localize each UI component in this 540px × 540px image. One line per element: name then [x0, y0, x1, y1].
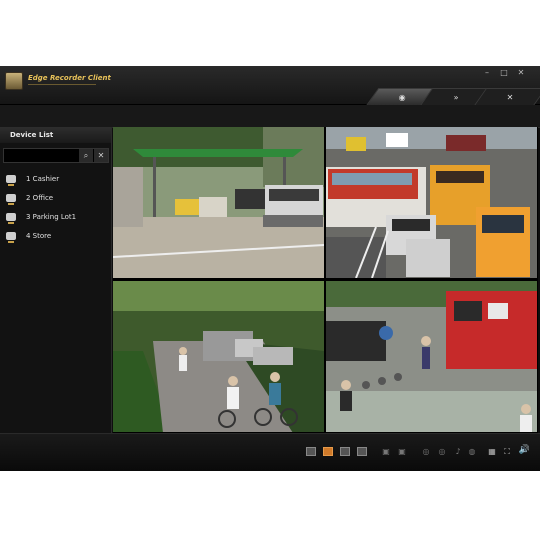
- ptz-icon[interactable]: ◎: [420, 446, 432, 457]
- layout-2x2-button[interactable]: [323, 447, 333, 456]
- audio-icon[interactable]: ◎: [436, 446, 448, 457]
- device-item-office[interactable]: 2 Office: [6, 188, 76, 207]
- playback-icon: »: [453, 92, 459, 102]
- sidewalk-plaza-feed[interactable]: [326, 281, 537, 432]
- device-item-store[interactable]: 4 Store: [6, 226, 76, 245]
- video-grid: [113, 127, 538, 433]
- clear-icon[interactable]: ✕: [94, 149, 108, 162]
- traffic-street-feed[interactable]: [326, 127, 537, 278]
- mode-tabs: ◉ » ✕: [365, 88, 540, 106]
- bike-path-feed[interactable]: [113, 281, 324, 432]
- talk-icon[interactable]: ◍: [466, 446, 478, 457]
- snapshot-icon[interactable]: ▣: [396, 446, 408, 457]
- maximize-button[interactable]: □: [497, 68, 511, 78]
- grid-view-icon[interactable]: ▦: [486, 446, 498, 457]
- camera-icon: [6, 174, 16, 186]
- search-icon[interactable]: ⌕: [79, 149, 93, 162]
- device-sidebar: Device List ⌕ ✕ 1 Cashier 2 Office 3 Par…: [0, 127, 112, 433]
- device-item-cashier[interactable]: 1 Cashier: [6, 169, 76, 188]
- tools-icon: ✕: [506, 92, 514, 102]
- fullscreen-icon[interactable]: ⛶: [501, 446, 513, 457]
- mic-icon[interactable]: ♪: [452, 446, 464, 457]
- layout-3x3-button[interactable]: [340, 447, 350, 456]
- device-list: 1 Cashier 2 Office 3 Parking Lot1 4 Stor…: [6, 169, 76, 245]
- camera-icon: [6, 212, 16, 224]
- bottom-toolbar: ▣ ▣ ◎ ◎ ♪ ◍ ▦ ⛶ 🔊: [0, 433, 540, 471]
- device-label: 1 Cashier: [26, 174, 60, 183]
- app-logo-icon: [5, 72, 23, 90]
- layout-1x1-button[interactable]: [306, 447, 316, 456]
- speaker-icon[interactable]: 🔊: [519, 445, 530, 455]
- toolbar-strip: [0, 105, 540, 128]
- device-item-parking-lot1[interactable]: 3 Parking Lot1: [6, 207, 76, 226]
- device-label: 3 Parking Lot1: [26, 212, 77, 221]
- device-search-input[interactable]: ⌕ ✕: [3, 148, 109, 163]
- device-list-title: Device List: [0, 127, 111, 143]
- title-bar: Edge Recorder Client – □ ✕ ◉ » ✕: [0, 66, 540, 106]
- parking-gate-feed[interactable]: [113, 127, 324, 278]
- minimize-button[interactable]: –: [480, 68, 494, 78]
- device-label: 4 Store: [26, 231, 52, 240]
- close-button[interactable]: ✕: [514, 68, 528, 78]
- record-icon[interactable]: ▣: [380, 446, 392, 457]
- device-label: 2 Office: [26, 193, 54, 202]
- layout-4x4-button[interactable]: [357, 447, 367, 456]
- camera-icon: [6, 193, 16, 205]
- app-title: Edge Recorder Client: [28, 74, 111, 82]
- app-window: Edge Recorder Client – □ ✕ ◉ » ✕ Device …: [0, 66, 540, 471]
- eye-icon: ◉: [398, 92, 406, 102]
- title-underline: [28, 84, 96, 85]
- camera-icon: [6, 231, 16, 243]
- tab-settings[interactable]: ✕: [473, 88, 540, 106]
